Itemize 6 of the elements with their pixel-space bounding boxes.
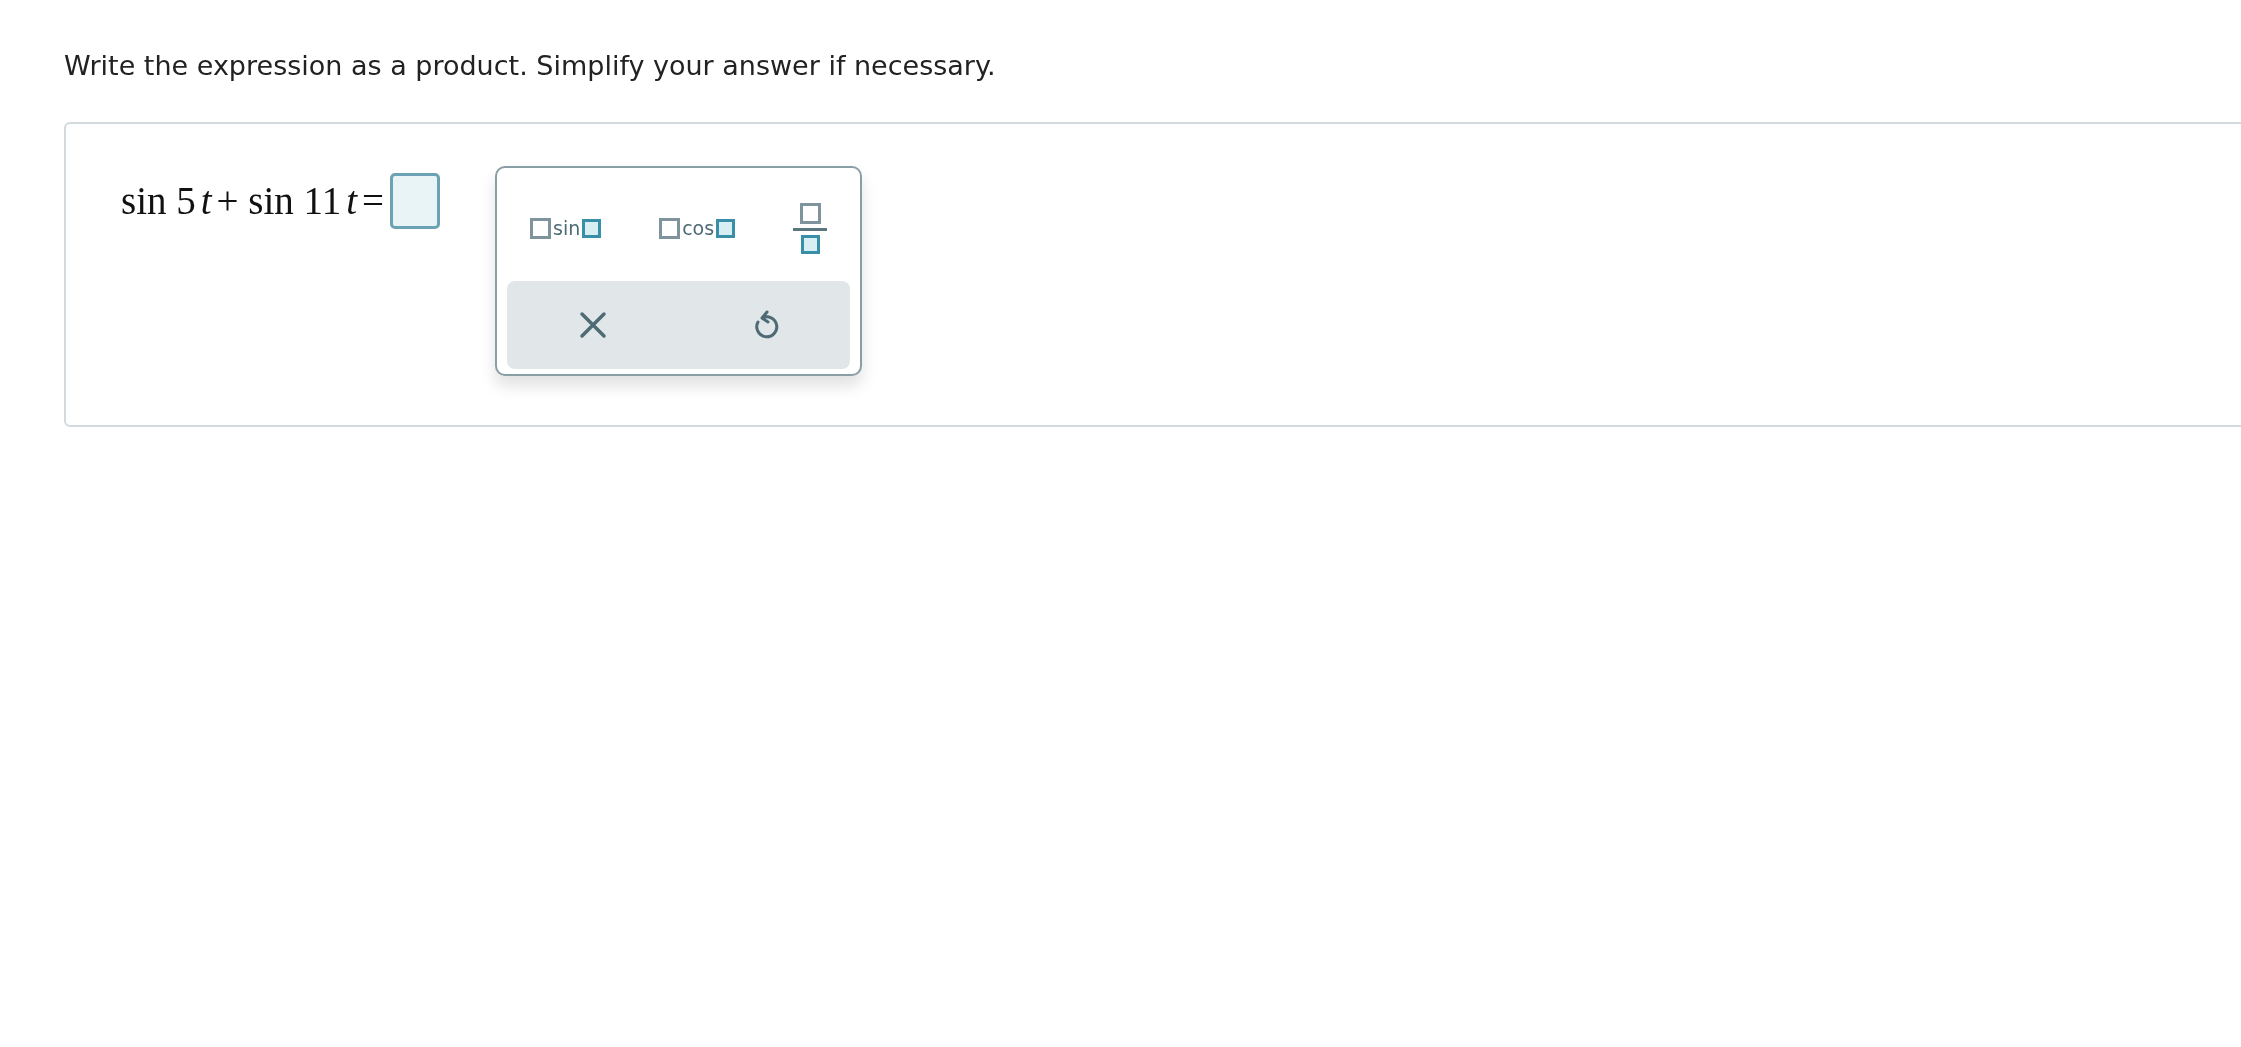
question-text: Write the expression as a product. Simplify your answer if necessary. — [64, 49, 997, 83]
function-template-button[interactable]: sin — [522, 209, 610, 247]
answer-field[interactable] — [390, 173, 440, 230]
function-template-button[interactable]: cos — [651, 209, 744, 247]
close-icon — [578, 311, 607, 339]
equation-text: sin 5t+ sin 11 t= — [120, 178, 384, 224]
